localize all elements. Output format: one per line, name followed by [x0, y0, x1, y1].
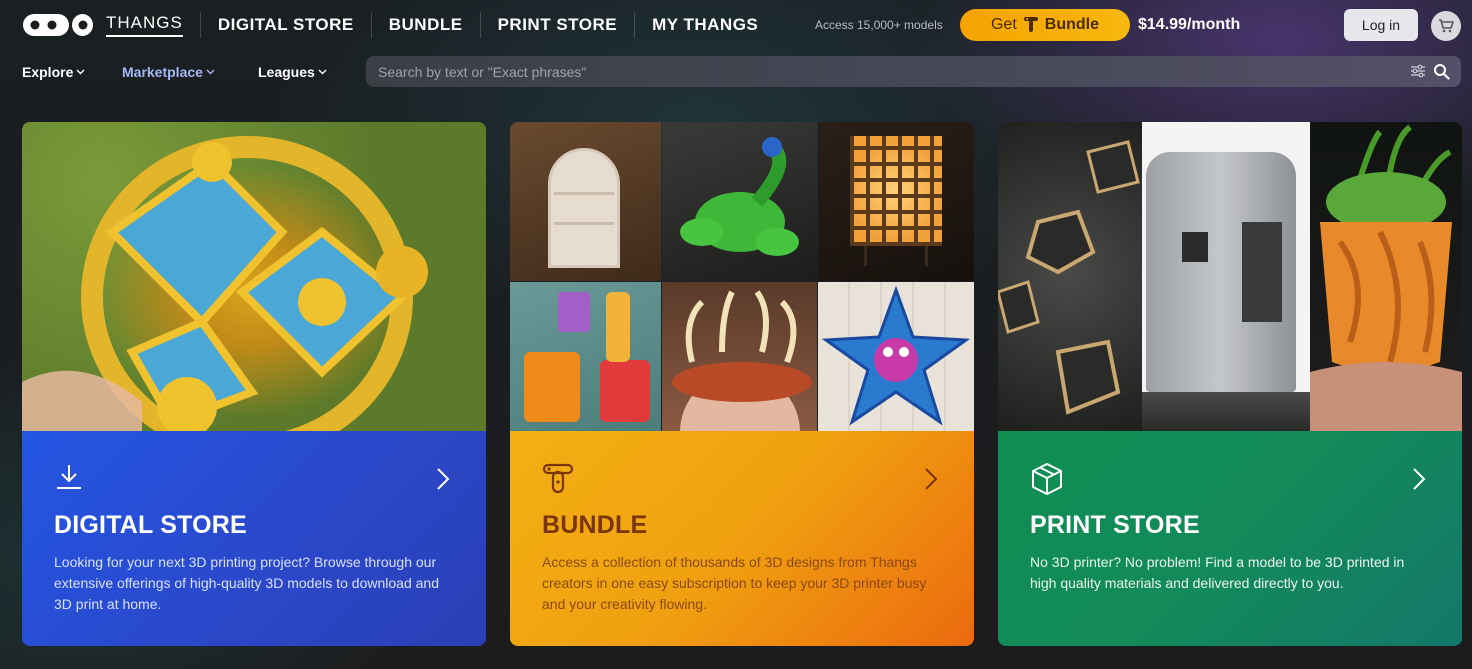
card-title: DIGITAL STORE	[54, 511, 247, 539]
bookshelf-tile	[510, 122, 661, 281]
card-description: No 3D printer? No problem! Find a model …	[1030, 554, 1405, 591]
leagues-label: Leagues	[258, 64, 315, 80]
marketplace-label: Marketplace	[122, 64, 203, 80]
main-nav: THANGS DIGITAL STORE BUNDLE PRINT STORE …	[106, 0, 775, 50]
nav-print-store[interactable]: PRINT STORE	[481, 12, 636, 38]
lamp-tile	[818, 122, 974, 281]
scorpion-tile	[662, 122, 817, 281]
bundle-body: BUNDLE Access a collection of thousands …	[510, 431, 974, 646]
nav-bundle[interactable]: BUNDLE	[372, 12, 481, 38]
get-label: Get	[990, 16, 1017, 33]
search-icon[interactable]	[1433, 63, 1450, 80]
nav-thangs[interactable]: THANGS	[106, 12, 201, 38]
explore-menu[interactable]: Explore	[22, 64, 85, 80]
filter-icon[interactable]	[1410, 64, 1426, 78]
dice-tile	[998, 122, 1142, 431]
print-store-image-grid	[998, 122, 1462, 431]
sub-navigation: Explore Marketplace Leagues	[0, 56, 1472, 88]
download-icon	[57, 465, 81, 489]
card-description: Access a collection of thousands of 3D d…	[542, 554, 927, 612]
print-store-body: PRINT STORE No 3D printer? No problem! F…	[998, 431, 1462, 646]
ornament-sphere-illustration	[22, 136, 428, 431]
search-input[interactable]	[378, 63, 1378, 80]
bundle-price: $14.99/month	[1138, 16, 1241, 33]
planter-tile	[1310, 122, 1462, 431]
search-bar	[366, 56, 1461, 87]
digital-store-body: DIGITAL STORE Looking for your next 3D p…	[22, 431, 486, 646]
antler-crown-tile	[662, 282, 817, 431]
digital-store-card[interactable]: DIGITAL STORE Looking for your next 3D p…	[22, 122, 486, 646]
digital-store-image	[22, 122, 486, 431]
chevron-right-icon	[437, 468, 450, 490]
train-tile	[1142, 122, 1310, 431]
card-description: Looking for your next 3D printing projec…	[54, 554, 439, 612]
get-bundle-button[interactable]: Get Bundle	[960, 9, 1130, 41]
chevron-right-icon	[925, 468, 938, 490]
bundle-image-grid	[510, 122, 974, 431]
top-navigation: THANGS DIGITAL STORE BUNDLE PRINT STORE …	[0, 0, 1472, 50]
bundle-icon	[1023, 17, 1038, 32]
chevron-right-icon	[1413, 468, 1426, 490]
print-store-card[interactable]: PRINT STORE No 3D printer? No problem! F…	[998, 122, 1462, 646]
access-models-text: Access 15,000+ models	[815, 18, 943, 32]
cart-button[interactable]	[1431, 11, 1461, 41]
explore-label: Explore	[22, 64, 74, 80]
chevron-down-icon	[206, 69, 215, 75]
chevron-down-icon	[76, 69, 85, 75]
cart-icon	[1439, 19, 1454, 33]
thangs-logo[interactable]	[22, 13, 94, 37]
box-icon	[1032, 463, 1062, 495]
chevron-down-icon	[318, 69, 327, 75]
starfish-tile	[818, 282, 974, 431]
bundle-card[interactable]: BUNDLE Access a collection of thousands …	[510, 122, 974, 646]
card-title: PRINT STORE	[1030, 511, 1200, 539]
leagues-menu[interactable]: Leagues	[258, 64, 327, 80]
bundle-icon	[542, 463, 574, 494]
login-button[interactable]: Log in	[1344, 9, 1418, 41]
marketplace-menu[interactable]: Marketplace	[122, 64, 215, 80]
can-holder-tile	[510, 282, 661, 431]
card-title: BUNDLE	[542, 511, 648, 539]
store-cards: DIGITAL STORE Looking for your next 3D p…	[22, 122, 1462, 646]
nav-digital-store[interactable]: DIGITAL STORE	[201, 12, 372, 38]
bundle-label: Bundle	[1044, 16, 1099, 33]
nav-my-thangs[interactable]: MY THANGS	[635, 12, 775, 38]
